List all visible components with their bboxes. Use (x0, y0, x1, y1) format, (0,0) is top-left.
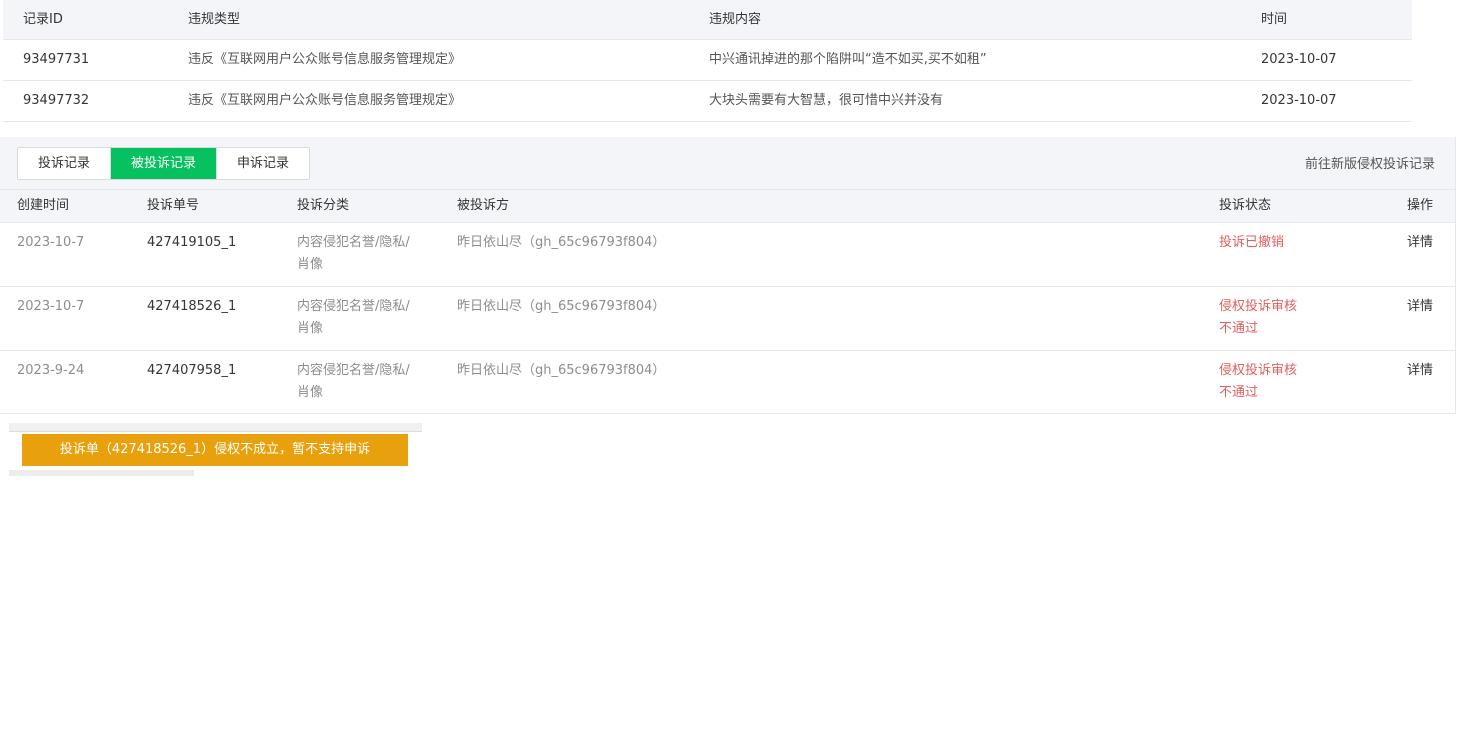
violation-time: 2023-10-07 (1261, 93, 1337, 108)
violation-table: 记录ID 违规类型 违规内容 时间 93497731 违反《互联网用户公众账号信… (3, 0, 1412, 122)
complaint-toolbar: 投诉记录 被投诉记录 申诉记录 前往新版侵权投诉记录 (0, 137, 1455, 190)
complaint-date: 2023-9-24 (17, 363, 85, 378)
header-complained-party: 被投诉方 (457, 198, 510, 213)
header-operation: 操作 (1407, 198, 1434, 213)
complained-party: 昨日依山尽（gh_65c96793f804） (457, 363, 666, 378)
header-violation-content: 违规内容 (709, 12, 762, 27)
header-record-id: 记录ID (23, 12, 63, 27)
complaint-category: 内容侵犯名誉/隐私/肖像 (297, 363, 410, 400)
status-text: 投诉已撤销 (1219, 235, 1285, 250)
details-link[interactable]: 详情 (1407, 360, 1433, 382)
complaint-panel: 投诉记录 被投诉记录 申诉记录 前往新版侵权投诉记录 创建时间 投诉单号 投诉分… (0, 137, 1456, 414)
record-id: 93497732 (23, 93, 90, 108)
violation-table-header: 记录ID 违规类型 违规内容 时间 (3, 0, 1412, 40)
toast-backdrop-lower (9, 470, 194, 476)
tab-appeal-records[interactable]: 申诉记录 (216, 148, 309, 179)
toast-backdrop (9, 423, 422, 432)
violation-content: 中兴通讯掉进的那个陷阱叫“造不如买,买不如租” (709, 52, 987, 67)
complaint-table-header: 创建时间 投诉单号 投诉分类 被投诉方 投诉状态 操作 (0, 190, 1455, 223)
table-row: 2023-9-24 427407958_1 内容侵犯名誉/隐私/肖像 昨日依山尽… (0, 351, 1455, 415)
complaint-category: 内容侵犯名誉/隐私/肖像 (297, 235, 410, 272)
new-version-infringement-link[interactable]: 前往新版侵权投诉记录 (1305, 137, 1435, 193)
complaint-date: 2023-10-7 (17, 235, 85, 250)
table-row: 2023-10-7 427419105_1 内容侵犯名誉/隐私/肖像 昨日依山尽… (0, 223, 1455, 287)
header-complaint-status: 投诉状态 (1219, 198, 1272, 213)
complaint-number: 427418526_1 (147, 299, 237, 314)
violation-content: 大块头需要有大智慧，很可惜中兴并没有 (709, 93, 944, 108)
record-id: 93497731 (23, 52, 90, 67)
complaint-number: 427407958_1 (147, 363, 237, 378)
table-row: 2023-10-7 427418526_1 内容侵犯名誉/隐私/肖像 昨日依山尽… (0, 287, 1455, 351)
details-link[interactable]: 详情 (1407, 296, 1433, 318)
header-complaint-category: 投诉分类 (297, 198, 350, 213)
complaint-tabs: 投诉记录 被投诉记录 申诉记录 (17, 147, 311, 180)
header-created-time: 创建时间 (17, 198, 70, 213)
tab-complaint-records[interactable]: 投诉记录 (18, 148, 110, 179)
complaint-date: 2023-10-7 (17, 299, 85, 314)
tab-complained-records[interactable]: 被投诉记录 (110, 148, 217, 179)
status-text: 侵权投诉审核不通过 (1219, 363, 1298, 400)
status-text: 侵权投诉审核不通过 (1219, 299, 1298, 336)
table-row: 93497731 违反《互联网用户公众账号信息服务管理规定》 中兴通讯掉进的那个… (3, 40, 1412, 81)
violation-type: 违反《互联网用户公众账号信息服务管理规定》 (188, 52, 462, 67)
complaint-category: 内容侵犯名誉/隐私/肖像 (297, 299, 410, 336)
violation-type: 违反《互联网用户公众账号信息服务管理规定》 (188, 93, 462, 108)
header-complaint-number: 投诉单号 (147, 198, 200, 213)
header-violation-type: 违规类型 (188, 12, 241, 27)
complained-party: 昨日依山尽（gh_65c96793f804） (457, 235, 666, 250)
complaint-number: 427419105_1 (147, 235, 237, 250)
header-time: 时间 (1261, 12, 1288, 27)
violation-time: 2023-10-07 (1261, 52, 1337, 67)
complained-party: 昨日依山尽（gh_65c96793f804） (457, 299, 666, 314)
details-link[interactable]: 详情 (1407, 232, 1433, 254)
appeal-unsupported-toast: 投诉单（427418526_1）侵权不成立，暂不支持申诉 (22, 434, 408, 466)
table-row: 93497732 违反《互联网用户公众账号信息服务管理规定》 大块头需要有大智慧… (3, 81, 1412, 122)
